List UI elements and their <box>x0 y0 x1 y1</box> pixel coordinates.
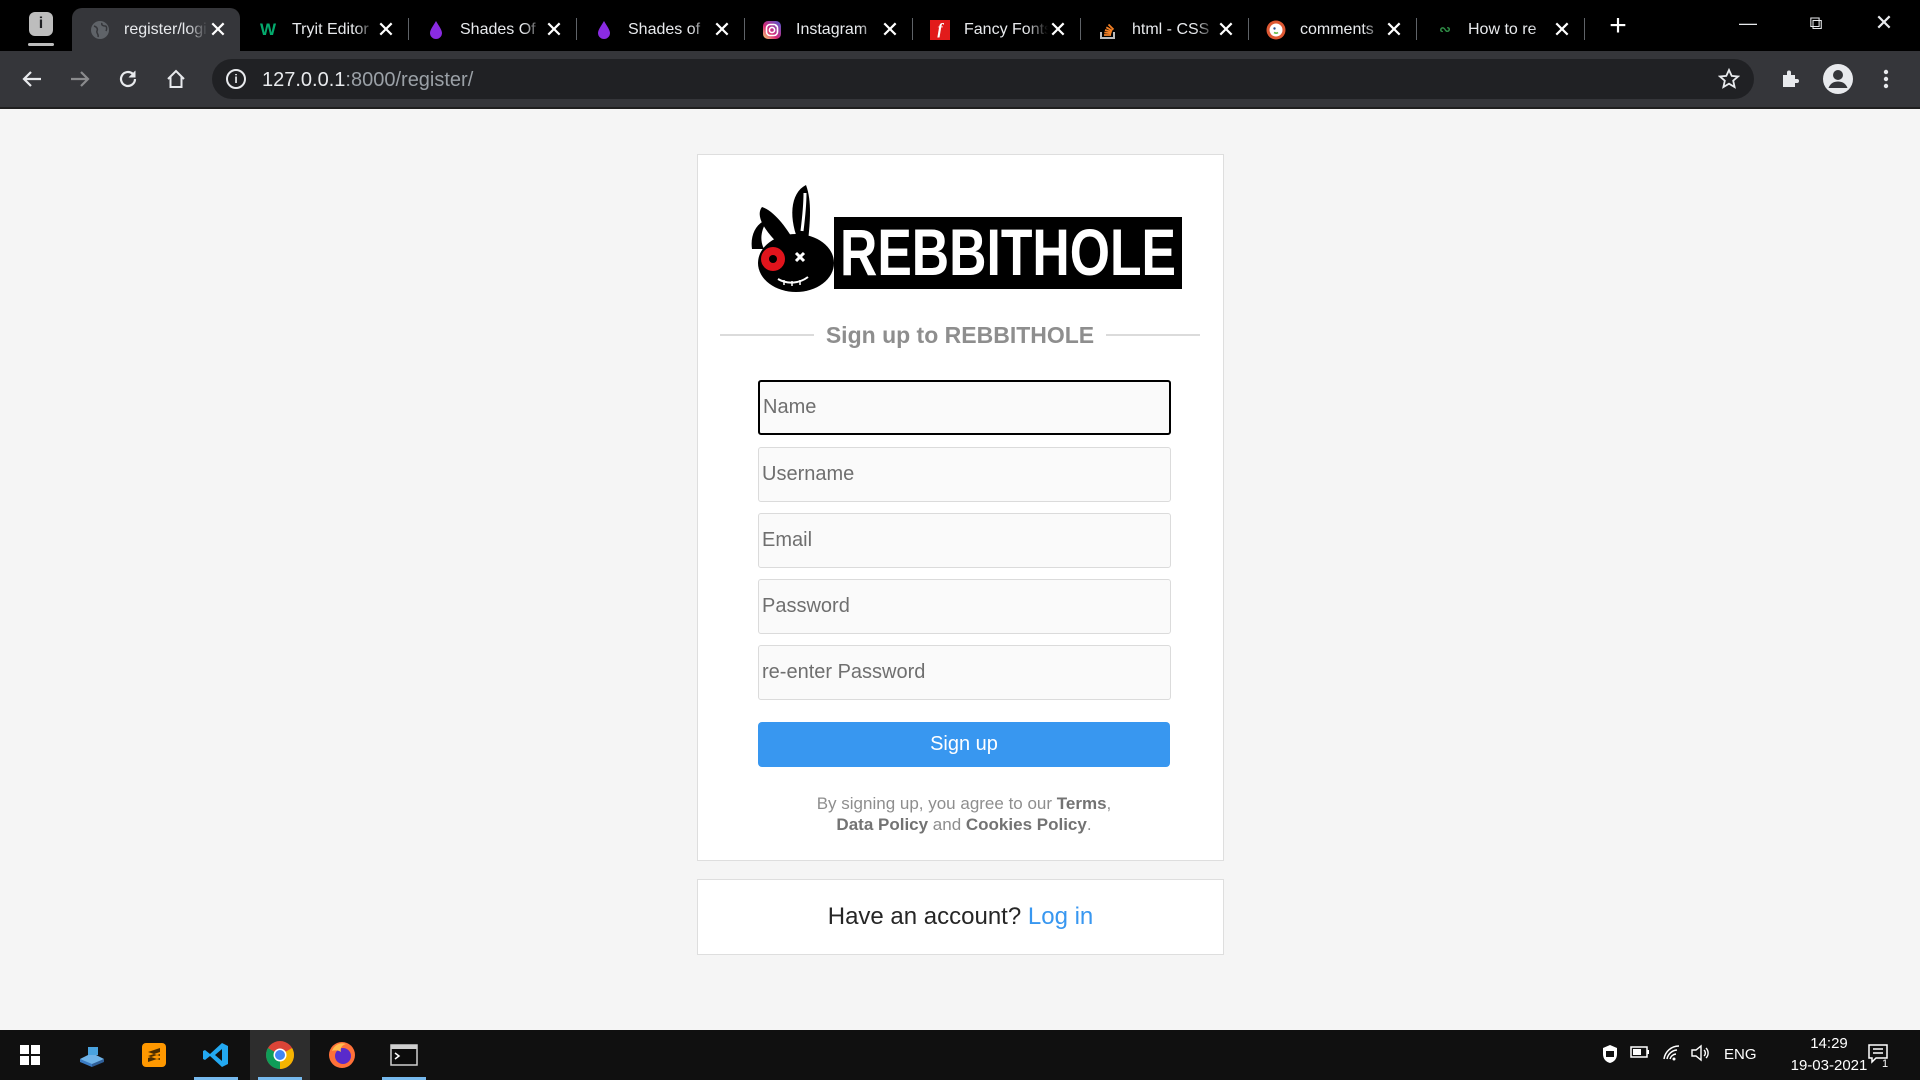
profile-avatar-icon[interactable] <box>1822 63 1854 95</box>
tab-close-icon[interactable]: ✕ <box>208 18 228 40</box>
language-indicator[interactable]: ENG <box>1724 1046 1757 1063</box>
restore-icon[interactable]: ⧉ <box>1793 6 1839 40</box>
tab-title: html - CSS <box>1132 20 1210 38</box>
tab-close-icon[interactable]: ✕ <box>1216 18 1236 40</box>
tab-title: Shades of <box>628 20 701 38</box>
browser-menu-icon[interactable] <box>1870 63 1902 95</box>
tab-close-icon[interactable]: ✕ <box>1552 18 1572 40</box>
back-icon[interactable] <box>16 63 48 95</box>
address-bar[interactable]: i 127.0.0.1:8000/register/ <box>212 59 1754 99</box>
signup-card: REBBITHOLE Sign up to REBBITHOLE Sign up… <box>697 154 1224 861</box>
divider-line <box>1106 334 1200 336</box>
tab-fancy-fonts[interactable]: f Fancy Fonts ✕ <box>912 8 1080 51</box>
tab-close-icon[interactable]: ✕ <box>1384 18 1404 40</box>
tab-title: Shades Of <box>460 20 536 38</box>
tab-close-icon[interactable]: ✕ <box>880 18 900 40</box>
login-link[interactable]: Log in <box>1028 903 1093 930</box>
signup-heading: Sign up to REBBITHOLE <box>825 321 1095 348</box>
tab-stackoverflow[interactable]: html - CSS ✕ <box>1080 8 1248 51</box>
volume-icon[interactable] <box>1690 1044 1710 1064</box>
url-path: :8000/register/ <box>345 69 474 91</box>
tab-title: Tryit Editor <box>292 20 369 38</box>
site-info-icon[interactable]: i <box>226 69 246 89</box>
login-prompt: Have an account? <box>827 903 1028 930</box>
windows-taskbar: ENG 14:29 19-03-2021 1 <box>0 1030 1920 1080</box>
file-explorer-icon[interactable] <box>62 1030 122 1080</box>
divider-line <box>720 334 814 336</box>
tab-title: Fancy Fonts <box>964 20 1048 38</box>
logo-wordmark: REBBITHOLE <box>840 215 1176 289</box>
globe-icon <box>90 20 110 40</box>
tab-close-icon[interactable]: ✕ <box>712 18 732 40</box>
tab-close-icon[interactable]: ✕ <box>376 18 396 40</box>
terms-and: and <box>928 815 966 834</box>
rabbit-mascot-icon <box>751 185 834 292</box>
repassword-input[interactable] <box>758 645 1171 700</box>
tab-instagram[interactable]: Instagram ✕ <box>744 8 912 51</box>
new-tab-button[interactable]: + <box>1604 11 1632 41</box>
login-card: Have an account? Log in <box>697 879 1224 955</box>
firefox-icon[interactable] <box>312 1030 372 1080</box>
tab-title: How to re <box>1468 20 1537 38</box>
terminal-icon[interactable] <box>374 1030 434 1080</box>
tab-title: Instagram <box>796 20 868 38</box>
tab-geeksforgeeks[interactable]: ∾ How to re ✕ <box>1416 8 1584 51</box>
tab-duckduckgo[interactable]: comments ✕ <box>1248 8 1416 51</box>
signup-button[interactable]: Sign up <box>758 722 1170 767</box>
w3schools-icon: W <box>259 19 277 39</box>
browser-tabstrip: i register/login ✕ W Tryit Editor ✕ Shad… <box>0 0 1920 51</box>
browser-toolbar: i 127.0.0.1:8000/register/ <box>0 51 1920 107</box>
notification-count: 1 <box>1882 1058 1889 1070</box>
tab-separator <box>1584 18 1585 40</box>
password-input[interactable] <box>758 579 1171 634</box>
page-top-divider <box>0 107 1920 109</box>
terms-link[interactable]: Terms <box>1057 794 1107 813</box>
chrome-icon[interactable] <box>250 1030 310 1080</box>
tab-title: comments <box>1300 20 1374 38</box>
tab-search-indicator <box>28 43 54 46</box>
url-host: 127.0.0.1 <box>262 69 346 91</box>
tab-shades-2[interactable]: Shades of ✕ <box>576 8 744 51</box>
tab-register[interactable]: register/login ✕ <box>72 8 240 51</box>
url-text: 127.0.0.1:8000/register/ <box>262 69 473 92</box>
minimize-icon[interactable]: — <box>1725 6 1771 40</box>
extensions-icon[interactable] <box>1774 63 1806 95</box>
windows-start-icon[interactable] <box>0 1030 60 1080</box>
purple-drop-icon <box>594 20 614 40</box>
tab-tryit[interactable]: W Tryit Editor ✕ <box>240 8 408 51</box>
terms-sep: , <box>1106 794 1112 813</box>
tab-search-icon[interactable]: i <box>29 12 53 36</box>
name-input[interactable] <box>758 380 1171 435</box>
signup-heading-row: Sign up to REBBITHOLE <box>720 321 1200 349</box>
rebbithole-logo: REBBITHOLE <box>751 185 1182 292</box>
tab-close-icon[interactable]: ✕ <box>1048 18 1068 40</box>
wifi-icon[interactable] <box>1662 1044 1682 1064</box>
stackoverflow-icon <box>1098 20 1118 40</box>
tab-title: register/login <box>124 20 208 38</box>
username-input[interactable] <box>758 447 1171 502</box>
fancy-f-icon: f <box>930 19 950 40</box>
battery-icon[interactable] <box>1630 1044 1650 1064</box>
window-close-icon[interactable]: ✕ <box>1861 6 1907 40</box>
data-policy-link[interactable]: Data Policy <box>836 815 928 834</box>
email-input[interactable] <box>758 513 1171 568</box>
forward-icon[interactable] <box>64 63 96 95</box>
security-shield-icon[interactable] <box>1600 1044 1620 1064</box>
terms-text: By signing up, you agree to our Terms, D… <box>758 793 1170 835</box>
reload-icon[interactable] <box>112 63 144 95</box>
duckduckgo-icon <box>1266 20 1286 40</box>
tab-shades-1[interactable]: Shades Of ✕ <box>408 8 576 51</box>
geeksforgeeks-icon: ∾ <box>1439 21 1451 37</box>
home-icon[interactable] <box>160 63 192 95</box>
instagram-icon <box>762 20 782 40</box>
clock-time[interactable]: 14:29 <box>1790 1035 1868 1052</box>
terms-prefix: By signing up, you agree to our <box>816 794 1057 813</box>
bookmark-star-icon[interactable] <box>1717 67 1741 90</box>
cookies-policy-link[interactable]: Cookies Policy <box>966 815 1087 834</box>
sublime-text-icon[interactable] <box>124 1030 184 1080</box>
vscode-icon[interactable] <box>186 1030 246 1080</box>
tab-close-icon[interactable]: ✕ <box>544 18 564 40</box>
terms-end: . <box>1086 815 1092 834</box>
purple-drop-icon <box>426 20 446 40</box>
